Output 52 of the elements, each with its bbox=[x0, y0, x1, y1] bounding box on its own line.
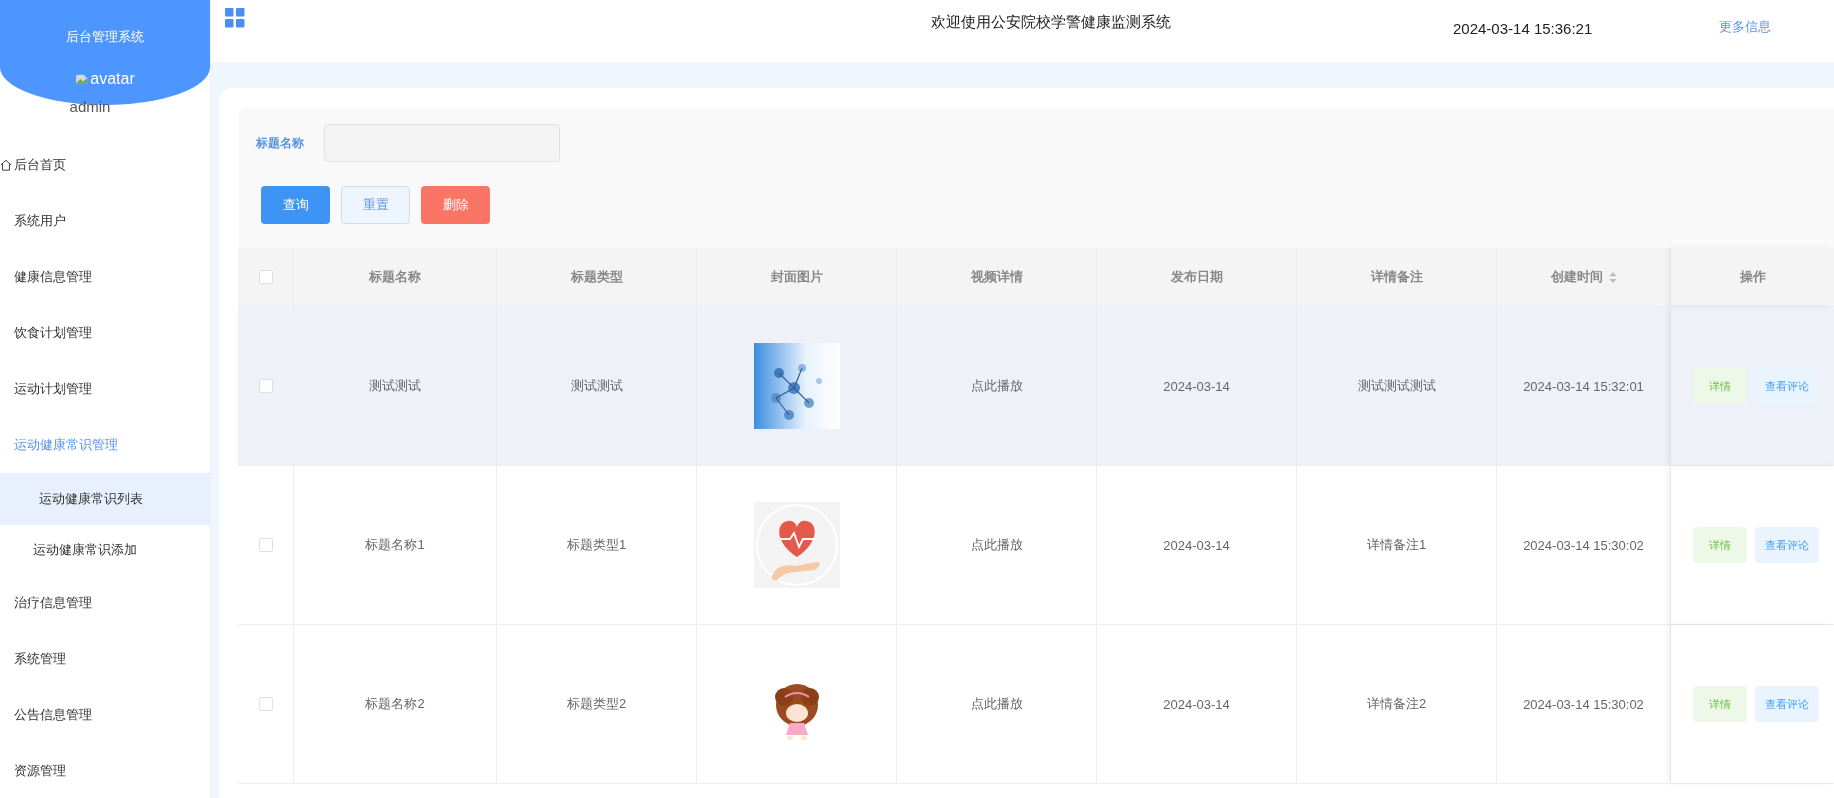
table-cell: 2024-03-14 bbox=[1097, 466, 1297, 624]
video-link[interactable]: 点此播放 bbox=[897, 307, 1097, 465]
broken-image-icon bbox=[75, 73, 90, 85]
table-cell: 2024-03-14 15:30:02 bbox=[1497, 466, 1671, 624]
menu-item[interactable]: 运动计划管理 bbox=[0, 361, 210, 417]
column-header: 封面图片 bbox=[697, 248, 897, 306]
table-cell: 2024-03-14 15:30:02 bbox=[1497, 625, 1671, 783]
table-cell: 标题名称2 bbox=[294, 625, 497, 783]
menu-item[interactable]: 系统管理 bbox=[0, 631, 210, 687]
row-checkbox[interactable] bbox=[258, 538, 273, 552]
table-cell: 标题类型2 bbox=[497, 625, 697, 783]
row-checkbox[interactable] bbox=[258, 379, 273, 393]
row-checkbox[interactable] bbox=[258, 697, 273, 711]
select-all-checkbox[interactable] bbox=[258, 270, 273, 284]
table-cell: 2024-03-14 bbox=[1097, 307, 1297, 465]
table-cell: 测试测试 bbox=[294, 307, 497, 465]
menu-item[interactable]: 饮食计划管理 bbox=[0, 305, 210, 361]
column-header: 标题类型 bbox=[497, 248, 697, 306]
table-cell: 详情备注1 bbox=[1297, 466, 1497, 624]
system-title: 后台管理系统 bbox=[66, 28, 144, 46]
table-cell: 2024-03-14 bbox=[1097, 625, 1297, 783]
column-header: 发布日期 bbox=[1097, 248, 1297, 306]
menu-item[interactable]: 公告信息管理 bbox=[0, 687, 210, 743]
table-cell: 测试测试 bbox=[497, 307, 697, 465]
table-cell: 标题类型1 bbox=[497, 466, 697, 624]
column-header: 视频详情 bbox=[897, 248, 1097, 306]
column-header: 详情备注 bbox=[1297, 248, 1497, 306]
menu-item[interactable]: 健康信息管理 bbox=[0, 249, 210, 305]
submenu-item[interactable]: 运动健康常识添加 bbox=[0, 525, 210, 575]
field-label: 标题名称 bbox=[256, 134, 305, 152]
menu-item[interactable]: 治疗信息管理 bbox=[0, 575, 210, 631]
welcome-title: 欢迎使用公安院校学警健康监测系统 bbox=[931, 13, 1171, 32]
menu-item[interactable]: 资源管理 bbox=[0, 743, 210, 798]
more-info-link[interactable]: 更多信息 bbox=[1719, 18, 1772, 36]
date-time: 2024-03-14 15:36:21 bbox=[1453, 20, 1593, 37]
column-header: 创建时间 bbox=[1497, 248, 1671, 306]
menu-item[interactable]: 后台首页 bbox=[0, 137, 210, 193]
menu-item[interactable]: 系统用户 bbox=[0, 193, 210, 249]
column-header: 操作 bbox=[1671, 248, 1834, 306]
sort-icon[interactable] bbox=[1608, 271, 1617, 283]
table-cell: 2024-03-14 15:32:01 bbox=[1497, 307, 1671, 465]
grid-menu-icon[interactable] bbox=[225, 8, 245, 28]
video-link[interactable]: 点此播放 bbox=[897, 625, 1097, 783]
menu-item[interactable]: 运动健康常识管理 bbox=[0, 417, 210, 473]
table-cell: 标题名称1 bbox=[294, 466, 497, 624]
column-header: 标题名称 bbox=[294, 248, 497, 306]
table-cell: 测试测试测试 bbox=[1297, 307, 1497, 465]
submenu-item[interactable]: 运动健康常识列表 bbox=[0, 473, 210, 525]
table-cell: 详情备注2 bbox=[1297, 625, 1497, 783]
avatar-alt-text: avatar bbox=[75, 70, 135, 88]
video-link[interactable]: 点此播放 bbox=[897, 466, 1097, 624]
home-icon bbox=[0, 159, 12, 171]
